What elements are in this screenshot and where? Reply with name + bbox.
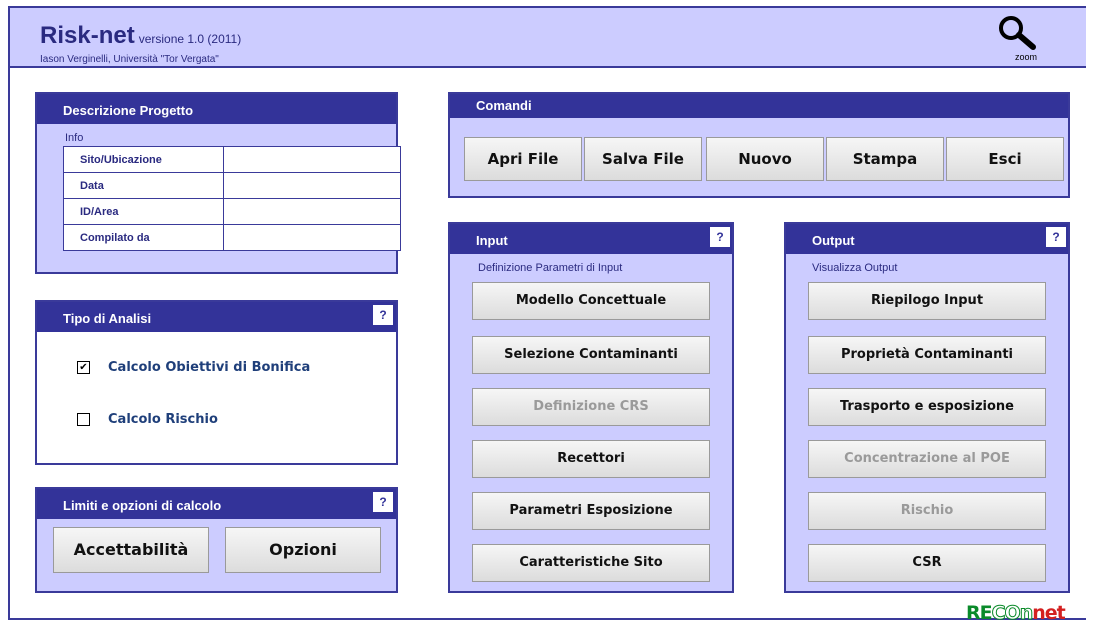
limiti-help-button[interactable]: ? — [373, 492, 393, 512]
definizione-crs-button[interactable]: Definizione CRS — [472, 388, 710, 426]
compilato-label: Compilato da — [63, 224, 224, 251]
data-label: Data — [63, 172, 224, 199]
table-row: Sito/Ubicazione — [63, 146, 401, 173]
obiettivi-bonifica-label: Calcolo Obiettivi di Bonifica — [108, 360, 311, 375]
input-help-button[interactable]: ? — [710, 227, 730, 247]
tipo-analisi-title: Tipo di Analisi ? — [37, 302, 396, 332]
table-row: ID/Area — [63, 198, 401, 225]
obiettivi-bonifica-checkbox[interactable]: ✔ Calcolo Obiettivi di Bonifica — [77, 360, 310, 375]
parametri-esposizione-button[interactable]: Parametri Esposizione — [472, 492, 710, 530]
app-header: Risk-net versione 1.0 (2011) Iason Vergin… — [10, 8, 1086, 68]
info-table: Sito/Ubicazione Data ID/Area Compilato d… — [63, 146, 401, 251]
input-sublabel: Definizione Parametri di Input — [478, 262, 623, 274]
data-field[interactable] — [223, 172, 401, 199]
sito-label: Sito/Ubicazione — [63, 146, 224, 173]
reconnet-logo: RECOnnet — [966, 602, 1066, 624]
output-panel: Output ? Visualizza Output Riepilogo Inp… — [784, 222, 1070, 593]
descrizione-progetto-title: Descrizione Progetto — [37, 94, 396, 124]
accettabilita-button[interactable]: Accettabilità — [53, 527, 209, 573]
id-area-field[interactable] — [223, 198, 401, 225]
app-version: versione 1.0 (2011) — [138, 32, 242, 46]
recettori-button[interactable]: Recettori — [472, 440, 710, 478]
limiti-title: Limiti e opzioni di calcolo ? — [37, 489, 396, 519]
apri-file-button[interactable]: Apri File — [464, 137, 582, 181]
checkbox-unchecked-icon — [77, 413, 90, 426]
output-title: Output ? — [786, 224, 1068, 254]
csr-button[interactable]: CSR — [808, 544, 1046, 582]
input-panel: Input ? Definizione Parametri di Input M… — [448, 222, 734, 593]
compilato-field[interactable] — [223, 224, 401, 251]
calcolo-rischio-label: Calcolo Rischio — [108, 412, 218, 427]
esci-button[interactable]: Esci — [946, 137, 1064, 181]
zoom-button[interactable]: zoom — [995, 14, 1055, 62]
comandi-panel: Comandi Apri File Salva File Nuovo Stamp… — [448, 92, 1070, 198]
nuovo-button[interactable]: Nuovo — [706, 137, 824, 181]
analysis-options: ✔ Calcolo Obiettivi di Bonifica Calcolo R… — [37, 332, 396, 463]
app-title: Risk-net versione 1.0 (2011) — [40, 22, 242, 49]
caratteristiche-sito-button[interactable]: Caratteristiche Sito — [472, 544, 710, 582]
info-label: Info — [65, 132, 84, 144]
descrizione-progetto-panel: Descrizione Progetto Info Sito/Ubicazion… — [35, 92, 401, 274]
tipo-analisi-panel: Tipo di Analisi ? ✔ Calcolo Obiettivi di … — [35, 300, 398, 465]
sito-field[interactable] — [223, 146, 401, 173]
salva-file-button[interactable]: Salva File — [584, 137, 702, 181]
table-row: Data — [63, 172, 401, 199]
trasporto-esposizione-button[interactable]: Trasporto e esposizione — [808, 388, 1046, 426]
limiti-panel: Limiti e opzioni di calcolo ? Accettabil… — [35, 487, 398, 593]
app-author: Iason Verginelli, Università "Tor Vergat… — [40, 54, 219, 65]
checkbox-checked-icon: ✔ — [77, 361, 90, 374]
tipo-analisi-help-button[interactable]: ? — [373, 305, 393, 325]
proprieta-contaminanti-button[interactable]: Proprietà Contaminanti — [808, 336, 1046, 374]
comandi-title: Comandi — [450, 94, 1068, 118]
opzioni-button[interactable]: Opzioni — [225, 527, 381, 573]
riepilogo-input-button[interactable]: Riepilogo Input — [808, 282, 1046, 320]
selezione-contaminanti-button[interactable]: Selezione Contaminanti — [472, 336, 710, 374]
table-row: Compilato da — [63, 224, 401, 251]
rischio-button[interactable]: Rischio — [808, 492, 1046, 530]
zoom-label: zoom — [1015, 52, 1038, 62]
calcolo-rischio-checkbox[interactable]: Calcolo Rischio — [77, 412, 218, 427]
magnifier-icon — [999, 16, 1036, 50]
input-title: Input ? — [450, 224, 732, 254]
id-area-label: ID/Area — [63, 198, 224, 225]
modello-concettuale-button[interactable]: Modello Concettuale — [472, 282, 710, 320]
output-help-button[interactable]: ? — [1046, 227, 1066, 247]
stampa-button[interactable]: Stampa — [826, 137, 944, 181]
output-sublabel: Visualizza Output — [812, 262, 898, 274]
concentrazione-poe-button[interactable]: Concentrazione al POE — [808, 440, 1046, 478]
